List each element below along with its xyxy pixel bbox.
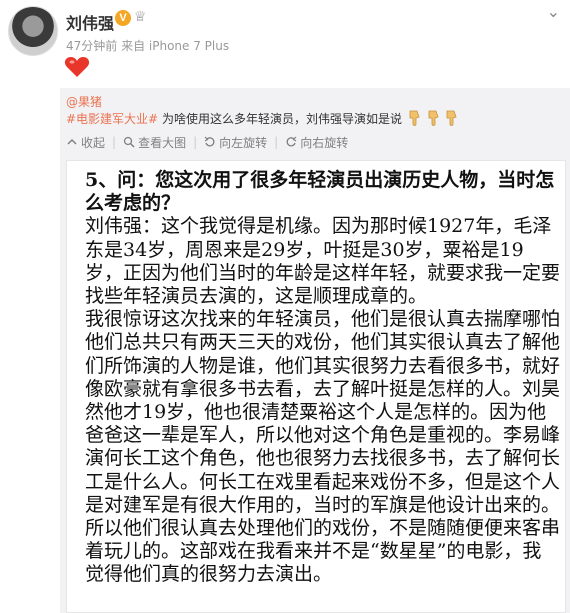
member-crown-icon: ♕ bbox=[134, 9, 147, 25]
thumb-down-hand-icon bbox=[447, 110, 457, 126]
magnify-icon bbox=[123, 136, 135, 148]
post-meta: 47分钟前 来自 iPhone 7 Plus bbox=[66, 39, 230, 53]
rotate-right-icon bbox=[286, 136, 297, 147]
rotate-left-icon bbox=[204, 136, 215, 147]
verified-badge-icon: V bbox=[115, 10, 131, 26]
interview-answer-paragraph: 我很惊讶这次找来的年轻演员，他们是很认真去揣摩哪怕他们总共只有两天三天的戏份，他… bbox=[85, 308, 561, 586]
repost-box: @果猪 #电影建军大业# 为啥使用这么多年轻演员，刘伟强导演如是说 收起 | 查… bbox=[60, 88, 570, 613]
collapse-label: 收起 bbox=[81, 135, 106, 150]
image-toolbar: 收起 | 查看大图 | 向左旋转 | 向右旋转 bbox=[66, 134, 348, 150]
expanded-image[interactable]: 5、问：您这次用了很多年轻演员出演历史人物，当时怎么考虑的？ 刘伟强：这个我觉得… bbox=[66, 160, 566, 613]
thumb-down-hand-icon bbox=[409, 110, 420, 126]
post-header: 刘伟强 V ♕ 47分钟前 来自 iPhone 7 Plus ⌄ bbox=[0, 0, 570, 88]
topic-tag-link[interactable]: #电影建军大业# bbox=[66, 112, 158, 126]
rotate-right-label: 向右旋转 bbox=[300, 135, 349, 150]
interview-answer-paragraph: 刘伟强：这个我觉得是机缘。因为那时候1927年，毛泽东是34岁，周恩来是29岁，… bbox=[85, 215, 561, 308]
original-author-link[interactable]: @果猪 bbox=[66, 93, 102, 110]
view-large-button[interactable]: 查看大图 bbox=[123, 134, 186, 151]
collapse-icon bbox=[67, 138, 77, 145]
chevron-down-icon[interactable]: ⌄ bbox=[547, 2, 560, 21]
collapse-button[interactable]: 收起 bbox=[66, 134, 105, 151]
author-name[interactable]: 刘伟强 bbox=[66, 10, 114, 34]
rotate-left-label: 向左旋转 bbox=[219, 135, 268, 150]
toolbar-divider: | bbox=[193, 135, 198, 149]
interview-question: 5、问：您这次用了很多年轻演员出演历史人物，当时怎么考虑的？ bbox=[85, 169, 555, 215]
toolbar-divider: | bbox=[274, 135, 279, 149]
original-text-body: 为啥使用这么多年轻演员，刘伟强导演如是说 bbox=[161, 112, 402, 126]
thumb-down-hand-icon bbox=[428, 110, 439, 126]
image-text: 5、问：您这次用了很多年轻演员出演历史人物，当时怎么考虑的？ 刘伟强：这个我觉得… bbox=[85, 169, 560, 587]
rotate-right-button[interactable]: 向右旋转 bbox=[285, 134, 348, 151]
original-text: #电影建军大业# 为啥使用这么多年轻演员，刘伟强导演如是说 bbox=[66, 110, 458, 127]
view-large-label: 查看大图 bbox=[138, 135, 187, 150]
rotate-left-button[interactable]: 向左旋转 bbox=[204, 134, 267, 151]
heart-icon bbox=[64, 57, 90, 77]
avatar[interactable] bbox=[8, 6, 58, 56]
toolbar-divider: | bbox=[112, 135, 117, 149]
